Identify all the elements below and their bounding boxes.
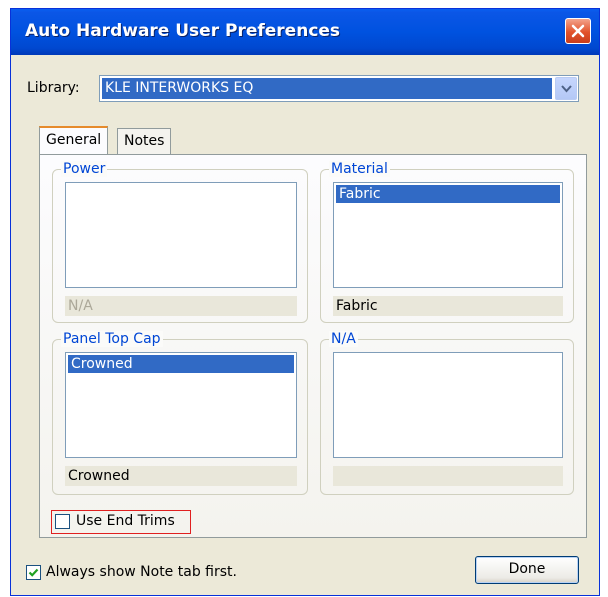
checkmark-icon <box>28 568 39 577</box>
panel-top-cap-group: Panel Top Cap Crowned Crowned <box>52 331 308 495</box>
title-bar[interactable]: Auto Hardware User Preferences <box>11 9 599 55</box>
always-show-note-label: Always show Note tab first. <box>46 564 237 580</box>
preferences-dialog: Auto Hardware User Preferences Library: … <box>10 8 600 596</box>
use-end-trims-option[interactable]: Use End Trims <box>51 510 191 534</box>
material-group: Material Fabric Fabric <box>320 161 574 323</box>
always-show-note-checkbox[interactable] <box>26 565 41 580</box>
na-listbox[interactable] <box>333 352 563 458</box>
tab-general[interactable]: General <box>39 126 109 154</box>
power-listbox[interactable] <box>65 182 297 288</box>
general-tab-panel: Power N/A Material Fabric Fabric Panel T… <box>39 154 587 538</box>
done-button[interactable]: Done <box>475 556 579 584</box>
use-end-trims-label: Use End Trims <box>76 513 175 529</box>
library-dropdown-button[interactable] <box>555 77 577 100</box>
material-legend: Material <box>329 161 390 177</box>
library-selected-value: KLE INTERWORKS EQ <box>102 78 552 99</box>
power-group: Power N/A <box>52 161 308 323</box>
tab-notes[interactable]: Notes <box>117 128 172 154</box>
na-status <box>333 466 563 486</box>
library-select[interactable]: KLE INTERWORKS EQ <box>99 75 579 102</box>
na-legend: N/A <box>329 331 358 347</box>
na-group: N/A <box>320 331 574 495</box>
material-listbox[interactable]: Fabric <box>333 182 563 288</box>
use-end-trims-checkbox[interactable] <box>55 514 70 529</box>
power-status: N/A <box>65 296 297 316</box>
list-item[interactable]: Fabric <box>336 185 560 203</box>
panel-top-cap-status: Crowned <box>65 466 297 486</box>
panel-top-cap-listbox[interactable]: Crowned <box>65 352 297 458</box>
window-title: Auto Hardware User Preferences <box>25 21 341 41</box>
list-item[interactable]: Crowned <box>68 355 294 373</box>
material-status: Fabric <box>333 296 563 316</box>
close-button[interactable] <box>565 18 591 44</box>
close-icon <box>571 24 585 38</box>
power-legend: Power <box>61 161 108 177</box>
panel-top-cap-legend: Panel Top Cap <box>61 331 163 347</box>
library-label: Library: <box>27 80 80 96</box>
chevron-down-icon <box>561 85 572 93</box>
